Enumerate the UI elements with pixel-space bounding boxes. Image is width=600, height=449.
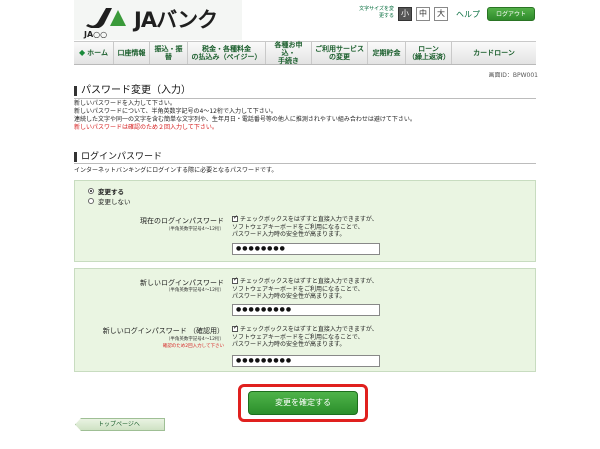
current-password-label: 現在のログインパスワード	[140, 217, 224, 225]
title-divider	[74, 98, 536, 99]
page-desc-line: 新しいパスワードについて、半角英数字記号の4～12桁で入力して下さい。	[74, 108, 277, 115]
current-password-input[interactable]: ●●●●●●●●	[232, 243, 380, 255]
font-size-label: 文字サイズを変更する	[359, 6, 394, 19]
page-desc-line: 連続した文字や同一の文字を含む簡単な文字列や、生年月日・電話番号等の他人に推測さ…	[74, 116, 416, 123]
software-keyboard-checkbox[interactable]: チェックボックスをはずすと直接入力できますが、 ソフトウェアキーボードをご利用に…	[232, 276, 532, 301]
radio-button[interactable]	[88, 198, 94, 204]
brand-area: JAバンク JA○○	[74, 0, 242, 40]
login-password-section-title: ログインパスワード	[74, 152, 162, 162]
current-password-hint: （半角英数字記号4～12桁）	[165, 227, 224, 232]
home-icon: ◆	[79, 48, 86, 57]
nav-item-label: ホーム	[87, 49, 108, 57]
nav-item-application[interactable]: 各種お申込・ 手続き	[266, 41, 312, 65]
nav-item-home[interactable]: ◆ ホーム	[74, 42, 114, 64]
checkbox-checked[interactable]	[232, 214, 238, 222]
confirm-password-label: 新しいログインパスワード （確認用）	[102, 327, 224, 335]
top-page-link[interactable]: トップページへ	[75, 418, 165, 431]
ja-logo-icon	[86, 8, 126, 28]
screen-id: 画面ID：BPW001	[488, 72, 538, 79]
confirm-password-input[interactable]: ●●●●●●●●●	[232, 355, 380, 367]
login-password-section-desc: インターネットバンキングにログインする際に必要となるパスワードです。	[74, 167, 278, 174]
confirm-change-button[interactable]: 変更を確定する	[248, 391, 358, 415]
section-divider	[74, 163, 536, 164]
checkbox-checked[interactable]	[232, 324, 238, 332]
logo-sub: JA○○	[84, 30, 108, 39]
page-desc-warning: 新しいパスワードは確認のため２回入力して下さい。	[74, 124, 218, 131]
confirm-password-warning: 確認のため2回入力して下さい	[162, 344, 224, 349]
nav-item-payeasy[interactable]: 税金・各種料金 の払込み（ペイジー）	[188, 42, 266, 64]
logo-text: JAバンク	[134, 8, 218, 32]
nav-item-loan[interactable]: ローン （繰上返済）	[406, 42, 452, 64]
nav-item-account[interactable]: 口座情報	[114, 42, 150, 64]
logout-button[interactable]: ログアウト	[487, 7, 535, 21]
radio-button-selected[interactable]	[88, 188, 94, 194]
radio-no-change[interactable]: 変更しない	[88, 196, 131, 206]
radio-change[interactable]: 変更する	[88, 186, 124, 196]
page-title: パスワード変更（入力）	[74, 86, 191, 96]
nav-item-card-loan[interactable]: カードローン	[452, 42, 536, 64]
checkbox-checked[interactable]	[232, 276, 238, 284]
nav-item-service-change[interactable]: ご利用サービス の変更	[312, 42, 368, 64]
font-size-large-button[interactable]: 大	[434, 7, 448, 21]
page-desc-line: 新しいパスワードを入力して下さい。	[74, 100, 176, 107]
nav-item-transfer[interactable]: 振込・振替	[150, 42, 188, 64]
new-password-hint: （半角英数字記号4～12桁）	[165, 288, 224, 293]
software-keyboard-checkbox[interactable]: チェックボックスをはずすと直接入力できますが、 ソフトウェアキーボードをご利用に…	[232, 214, 532, 239]
confirm-password-hint: （半角英数字記号4～12桁）	[165, 337, 224, 342]
help-link[interactable]: ヘルプ	[456, 9, 480, 20]
global-nav: ◆ ホーム 口座情報 振込・振替 税金・各種料金 の払込み（ペイジー） 各種お申…	[74, 41, 536, 65]
nav-item-time-deposit[interactable]: 定期貯金	[368, 42, 406, 64]
font-size-small-button[interactable]: 小	[398, 7, 412, 21]
font-size-medium-button[interactable]: 中	[416, 7, 430, 21]
software-keyboard-checkbox[interactable]: チェックボックスをはずすと直接入力できますが、 ソフトウェアキーボードをご利用に…	[232, 324, 532, 349]
new-password-input[interactable]: ●●●●●●●●●	[232, 304, 380, 316]
